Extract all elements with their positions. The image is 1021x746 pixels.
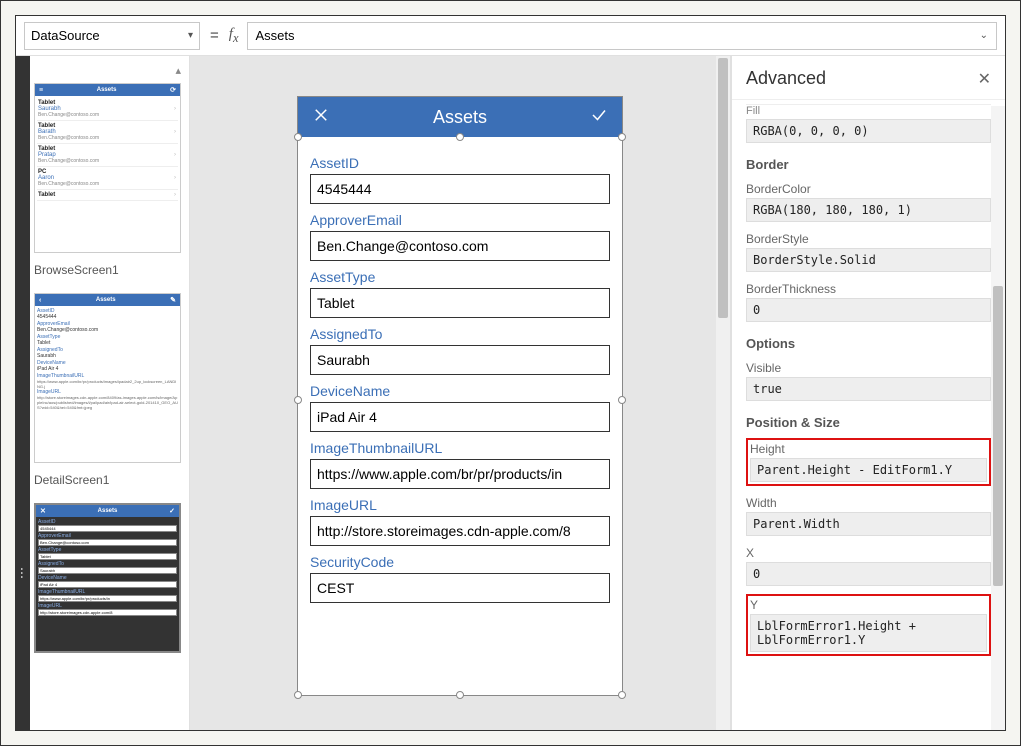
check-icon[interactable] (590, 106, 608, 129)
field-input[interactable] (310, 516, 610, 546)
chevron-down-icon[interactable]: ⌄ (980, 30, 988, 41)
prop-label: Y (750, 598, 987, 612)
formula-input[interactable]: Assets ⌄ (247, 22, 998, 50)
prop-label: BorderStyle (746, 232, 991, 246)
formula-bar: DataSource ▾ = fx Assets ⌄ (16, 16, 1005, 56)
screen-title: Assets (433, 107, 487, 128)
more-icon[interactable]: ⋯ (16, 567, 29, 579)
prop-value-width[interactable]: Parent.Width (746, 512, 991, 536)
collapsed-tree[interactable]: ⋯ (16, 56, 30, 730)
thumb-label: BrowseScreen1 (34, 259, 181, 287)
prop-label-fill: Fill (746, 105, 991, 117)
prop-label: Width (746, 496, 991, 510)
field-input[interactable] (310, 459, 610, 489)
canvas[interactable]: Assets AssetID ApproverEmail AssetType Assi… (190, 56, 731, 730)
highlight-y: Y LblFormError1.Height + LblFormError1.Y (746, 594, 991, 656)
section-position-size: Position & Size (746, 415, 991, 430)
formula-text: Assets (256, 28, 295, 43)
field-input[interactable] (310, 288, 610, 318)
panel-title: Advanced (746, 68, 826, 89)
prop-value-borderthickness[interactable]: 0 (746, 298, 991, 322)
field-input[interactable] (310, 402, 610, 432)
field-input[interactable] (310, 231, 610, 261)
prop-value-x[interactable]: 0 (746, 562, 991, 586)
field-input[interactable] (310, 573, 610, 603)
phone-preview: Assets AssetID ApproverEmail AssetType Assi… (297, 96, 623, 696)
field-input[interactable] (310, 345, 610, 375)
back-icon: ‹ (35, 297, 45, 304)
scroll-up-icon[interactable]: ▴ (34, 64, 181, 77)
close-icon[interactable]: ✕ (978, 69, 991, 89)
field-label: ImageURL (310, 497, 610, 513)
refresh-icon: ⟳ (166, 86, 180, 94)
thumb-label: DetailScreen1 (34, 469, 181, 497)
canvas-scrollbar[interactable] (716, 56, 730, 730)
edit-icon: ✎ (166, 296, 180, 304)
close-icon[interactable] (312, 106, 330, 129)
prop-label: BorderColor (746, 182, 991, 196)
prop-value-borderstyle[interactable]: BorderStyle.Solid (746, 248, 991, 272)
field-label: SecurityCode (310, 554, 610, 570)
advanced-panel: Advanced ✕ Fill RGBA(0, 0, 0, 0) Border … (731, 56, 1005, 730)
panel-scrollbar[interactable] (991, 106, 1005, 730)
thumb-edit-screen[interactable]: ✕Assets✓ AssetIDApproverEmailAssetTypeAs… (34, 503, 181, 653)
prop-label: Visible (746, 361, 991, 375)
prop-value-visible[interactable]: true (746, 377, 991, 401)
property-selector[interactable]: DataSource ▾ (24, 22, 200, 50)
field-label: AssignedTo (310, 326, 610, 342)
screen-thumbnails-rail: ⋯ ▴ ≡Assets⟳ TabletSaurabhBen.Change@con… (16, 56, 190, 730)
field-label: AssetID (310, 155, 610, 171)
field-label: DeviceName (310, 383, 610, 399)
prop-label: X (746, 546, 991, 560)
fx-icon: fx (229, 26, 239, 46)
section-border: Border (746, 157, 991, 172)
field-input[interactable] (310, 174, 610, 204)
prop-value-bordercolor[interactable]: RGBA(180, 180, 180, 1) (746, 198, 991, 222)
section-options: Options (746, 336, 991, 351)
menu-icon: ≡ (35, 87, 47, 94)
app-window: DataSource ▾ = fx Assets ⌄ ⋯ ▴ ≡Assets⟳ … (15, 15, 1006, 731)
prop-label: Height (750, 442, 987, 456)
field-label: AssetType (310, 269, 610, 285)
equals-icon: = (208, 27, 221, 44)
field-label: ImageThumbnailURL (310, 440, 610, 456)
prop-value-height[interactable]: Parent.Height - EditForm1.Y (750, 458, 987, 482)
property-name: DataSource (31, 28, 100, 43)
chevron-down-icon: ▾ (188, 30, 193, 41)
highlight-height: Height Parent.Height - EditForm1.Y (746, 438, 991, 486)
thumb-detail-screen[interactable]: ‹Assets✎ AssetID4545444ApproverEmailBen.… (34, 293, 181, 463)
prop-value-fill[interactable]: RGBA(0, 0, 0, 0) (746, 119, 991, 143)
thumb-browse-screen[interactable]: ≡Assets⟳ TabletSaurabhBen.Change@contoso… (34, 83, 181, 253)
check-icon: ✓ (165, 507, 179, 515)
app-header: Assets (298, 97, 622, 137)
close-icon: ✕ (36, 507, 50, 515)
prop-value-y[interactable]: LblFormError1.Height + LblFormError1.Y (750, 614, 987, 652)
prop-label: BorderThickness (746, 282, 991, 296)
edit-form[interactable]: AssetID ApproverEmail AssetType AssignedTo D… (298, 137, 622, 613)
field-label: ApproverEmail (310, 212, 610, 228)
